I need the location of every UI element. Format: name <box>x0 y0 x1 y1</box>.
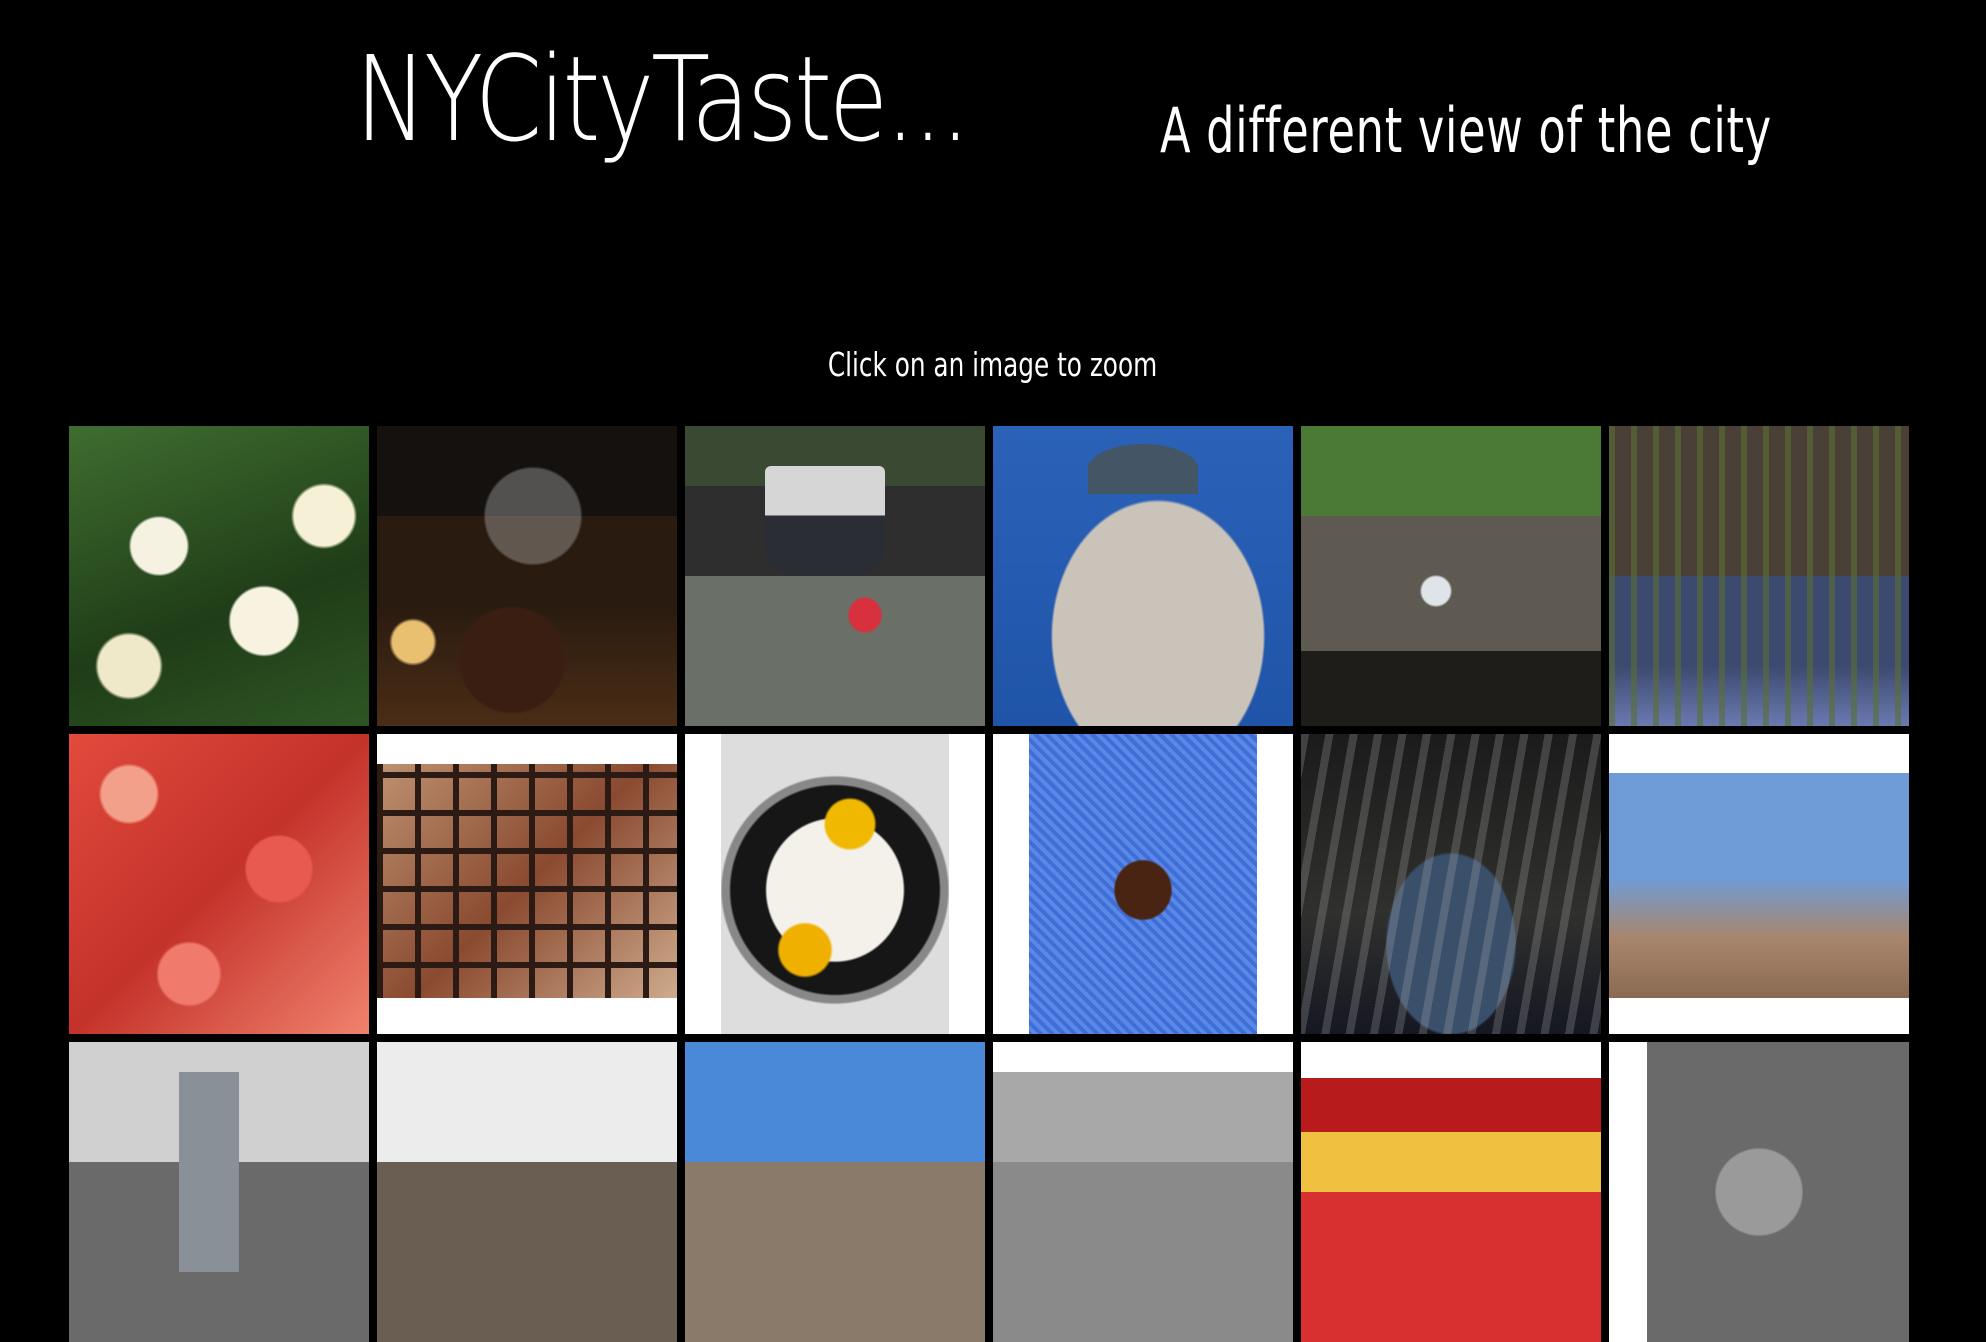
photo-butterfly <box>993 734 1293 1034</box>
building-shape <box>179 1072 239 1272</box>
photo-red-leaves <box>69 734 369 1034</box>
photo-building <box>993 426 1293 726</box>
photo-spire <box>685 1042 985 1342</box>
gallery-thumb[interactable] <box>685 426 985 726</box>
boat-shape <box>765 466 885 576</box>
gallery-thumb[interactable] <box>69 734 369 1034</box>
photo-clouds <box>993 1042 1293 1342</box>
photo-gallery <box>69 426 1909 1342</box>
photo-bubble <box>377 426 677 726</box>
gallery-thumb[interactable] <box>377 1042 677 1342</box>
gallery-thumb[interactable] <box>377 734 677 1034</box>
photo-mannequin <box>1609 1042 1909 1342</box>
photo-yacht <box>685 426 985 726</box>
photo-street <box>377 1042 677 1342</box>
photo-waterfall <box>1301 426 1601 726</box>
gallery-thumb[interactable] <box>69 426 369 726</box>
gallery-thumb[interactable] <box>993 1042 1293 1342</box>
gallery-thumb[interactable] <box>1301 1042 1601 1342</box>
site-tagline: A different view of the city <box>1160 94 1772 167</box>
photo-willow <box>1609 426 1909 726</box>
zoom-hint: Click on an image to zoom <box>0 348 1986 381</box>
gallery-thumb[interactable] <box>1609 734 1909 1034</box>
gallery-thumb[interactable] <box>1609 426 1909 726</box>
photo-oculus <box>1301 734 1601 1034</box>
photo-skyscrapers <box>69 1042 369 1342</box>
gallery-thumb[interactable] <box>993 734 1293 1034</box>
gallery-thumb[interactable] <box>685 734 985 1034</box>
gallery-thumb[interactable] <box>685 1042 985 1342</box>
gallery-thumb[interactable] <box>1301 734 1601 1034</box>
photo-chinatown <box>1301 1042 1601 1342</box>
site-title[interactable]: NYCityTaste... <box>355 40 971 158</box>
photo-eggs <box>685 734 985 1034</box>
photo-tulips <box>69 426 369 726</box>
photo-chocolates <box>377 734 677 1034</box>
photo-skyline <box>1609 734 1909 1034</box>
gallery-thumb[interactable] <box>1609 1042 1909 1342</box>
gallery-thumb[interactable] <box>993 426 1293 726</box>
gallery-thumb[interactable] <box>69 1042 369 1342</box>
zoom-hint-text: Click on an image to zoom <box>828 345 1158 384</box>
dome-shape <box>1088 444 1198 494</box>
site-header: NYCityTaste... A different view of the c… <box>0 0 1986 320</box>
gallery-thumb[interactable] <box>1301 426 1601 726</box>
gallery-thumb[interactable] <box>377 426 677 726</box>
